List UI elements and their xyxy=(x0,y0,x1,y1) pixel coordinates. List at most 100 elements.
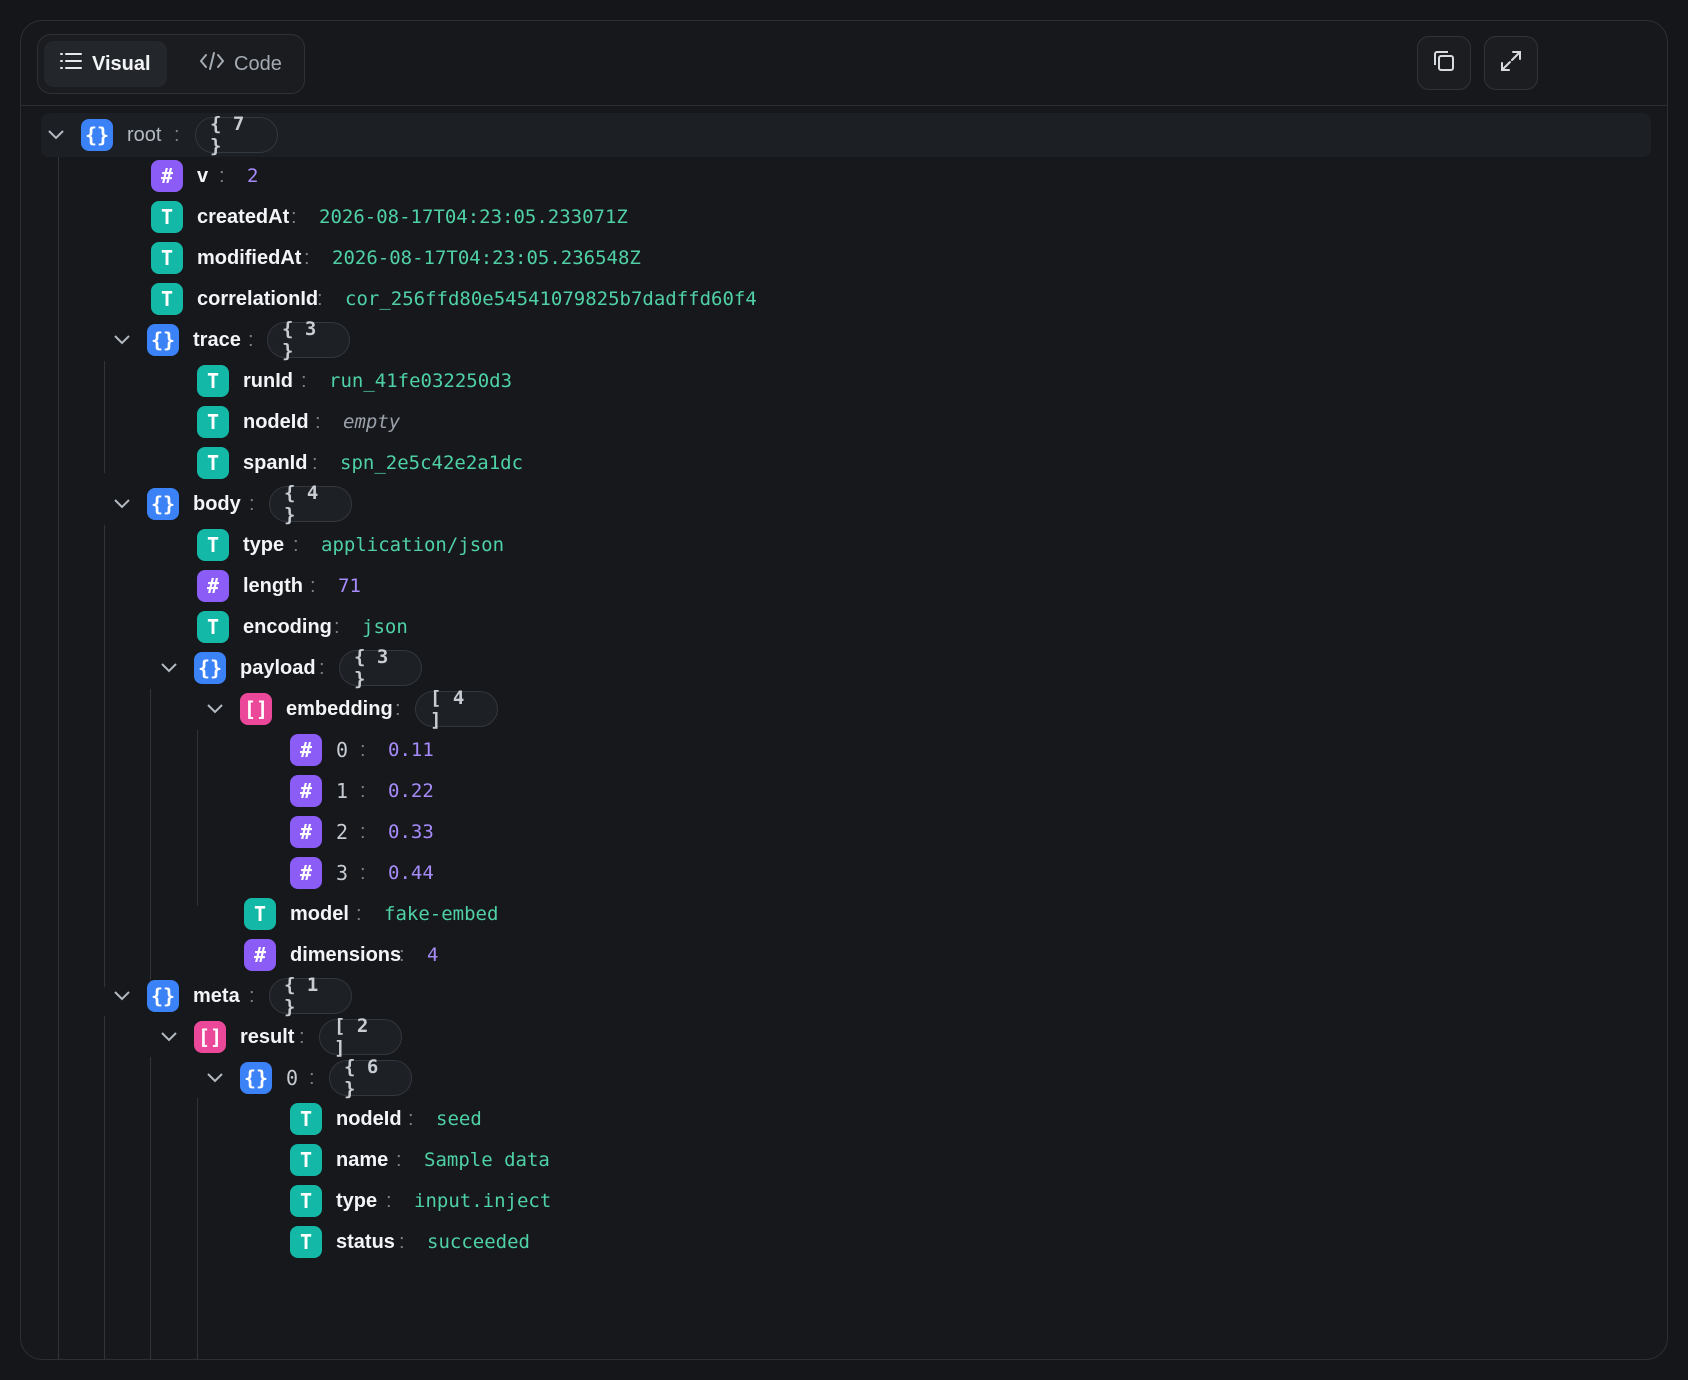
tree-node-meta[interactable]: {} meta : { 1 } xyxy=(21,974,1667,1018)
node-value[interactable]: spn_2e5c42e2a1dc xyxy=(340,452,523,474)
node-key: type xyxy=(243,533,285,556)
chevron-down-icon[interactable] xyxy=(111,329,133,351)
tree-node-embedding-1[interactable]: # 1 : 0.22 xyxy=(21,769,1667,813)
chevron-down-icon[interactable] xyxy=(204,698,226,720)
node-value[interactable]: json xyxy=(362,616,408,638)
tree-node-trace[interactable]: {} trace : { 3 } xyxy=(21,318,1667,362)
node-value[interactable]: succeeded xyxy=(427,1231,530,1253)
string-type-icon: T xyxy=(151,283,183,315)
tree-node-result-type[interactable]: T type : input.inject xyxy=(21,1179,1667,1223)
tree-node-type[interactable]: T type : application/json xyxy=(21,523,1667,567)
node-value[interactable]: 2026-08-17T04:23:05.233071Z xyxy=(319,206,628,228)
key-separator: : xyxy=(304,246,310,269)
tree-node-model[interactable]: T model : fake-embed xyxy=(21,892,1667,936)
child-count-badge: [ 4 ] xyxy=(415,687,498,731)
tab-visual[interactable]: Visual xyxy=(44,41,167,87)
tree-node-length[interactable]: # length : 71 xyxy=(21,564,1667,608)
node-key: payload xyxy=(240,656,316,679)
chevron-down-icon[interactable] xyxy=(111,493,133,515)
tree-node-encoding[interactable]: T encoding : json xyxy=(21,605,1667,649)
node-value[interactable]: fake-embed xyxy=(384,903,498,925)
tree-node-result-nodeId[interactable]: T nodeId : seed xyxy=(21,1097,1667,1141)
chevron-down-icon[interactable] xyxy=(158,657,180,679)
array-type-icon: [] xyxy=(194,1021,226,1053)
string-type-icon: T xyxy=(197,365,229,397)
node-value[interactable]: empty xyxy=(343,411,400,433)
node-key: spanId xyxy=(243,451,308,474)
key-separator: : xyxy=(317,287,323,310)
node-value[interactable]: 71 xyxy=(338,575,361,597)
node-value[interactable]: application/json xyxy=(321,534,504,556)
key-separator: : xyxy=(334,615,340,638)
object-type-icon: {} xyxy=(194,652,226,684)
chevron-down-icon[interactable] xyxy=(204,1067,226,1089)
tree-node-embedding-0[interactable]: # 0 : 0.11 xyxy=(21,728,1667,772)
object-type-icon: {} xyxy=(240,1062,272,1094)
node-value[interactable]: 0.33 xyxy=(388,821,434,843)
tree-node-root[interactable]: {} root : { 7 } xyxy=(41,113,1651,157)
key-separator: : xyxy=(408,1107,414,1130)
node-key: 0 xyxy=(286,1066,299,1090)
tree-node-result-0[interactable]: {} 0 : { 6 } xyxy=(21,1056,1667,1100)
node-key: embedding xyxy=(286,697,393,720)
node-value[interactable]: 0.11 xyxy=(388,739,434,761)
node-key: length xyxy=(243,574,303,597)
tree-node-runId[interactable]: T runId : run_41fe032250d3 xyxy=(21,359,1667,403)
number-type-icon: # xyxy=(244,939,276,971)
node-value[interactable]: 2026-08-17T04:23:05.236548Z xyxy=(332,247,641,269)
tree-node-createdAt[interactable]: T createdAt : 2026-08-17T04:23:05.233071… xyxy=(21,195,1667,239)
expand-button[interactable] xyxy=(1484,36,1538,90)
node-value[interactable]: 0.22 xyxy=(388,780,434,802)
string-type-icon: T xyxy=(290,1144,322,1176)
copy-button[interactable] xyxy=(1417,36,1471,90)
chevron-down-icon[interactable] xyxy=(158,1026,180,1048)
node-value[interactable]: cor_256ffd80e54541079825b7dadffd60f4 xyxy=(345,288,757,310)
code-icon xyxy=(200,52,224,76)
key-separator: : xyxy=(219,164,225,187)
node-value[interactable]: seed xyxy=(436,1108,482,1130)
string-type-icon: T xyxy=(151,201,183,233)
number-type-icon: # xyxy=(290,734,322,766)
tab-code-label: Code xyxy=(234,52,282,75)
node-key: nodeId xyxy=(243,410,309,433)
node-value[interactable]: Sample data xyxy=(424,1149,550,1171)
string-type-icon: T xyxy=(151,242,183,274)
tree-node-correlationId[interactable]: T correlationId : cor_256ffd80e545410798… xyxy=(21,277,1667,321)
tree-node-result[interactable]: [] result : [ 2 ] xyxy=(21,1015,1667,1059)
node-value[interactable]: input.inject xyxy=(414,1190,551,1212)
tree-node-spanId[interactable]: T spanId : spn_2e5c42e2a1dc xyxy=(21,441,1667,485)
tree-node-result-status[interactable]: T status : succeeded xyxy=(21,1220,1667,1264)
tree-node-v[interactable]: # v : 2 xyxy=(21,154,1667,198)
child-count-badge: { 1 } xyxy=(269,974,352,1018)
node-key: name xyxy=(336,1148,389,1171)
child-count-badge: [ 2 ] xyxy=(319,1015,402,1059)
tree-node-payload[interactable]: {} payload : { 3 } xyxy=(21,646,1667,690)
tree-node-result-name[interactable]: T name : Sample data xyxy=(21,1138,1667,1182)
node-key: v xyxy=(197,164,209,187)
tab-code[interactable]: Code xyxy=(184,41,298,87)
chevron-down-icon[interactable] xyxy=(111,985,133,1007)
tree-node-embedding-2[interactable]: # 2 : 0.33 xyxy=(21,810,1667,854)
node-value[interactable]: 2 xyxy=(247,165,258,187)
node-key: 2 xyxy=(336,820,349,844)
tree-node-modifiedAt[interactable]: T modifiedAt : 2026-08-17T04:23:05.23654… xyxy=(21,236,1667,280)
node-key: body xyxy=(193,492,241,515)
key-separator: : xyxy=(174,123,180,146)
tree-node-embedding-3[interactable]: # 3 : 0.44 xyxy=(21,851,1667,895)
node-value[interactable]: 4 xyxy=(427,944,438,966)
node-value[interactable]: 0.44 xyxy=(388,862,434,884)
key-separator: : xyxy=(386,1189,392,1212)
key-separator: : xyxy=(315,410,321,433)
tree-node-body[interactable]: {} body : { 4 } xyxy=(21,482,1667,526)
tree-node-dimensions[interactable]: # dimensions : 4 xyxy=(21,933,1667,977)
number-type-icon: # xyxy=(151,160,183,192)
node-key: 1 xyxy=(336,779,349,803)
tab-visual-label: Visual xyxy=(92,52,151,75)
child-count-badge: { 6 } xyxy=(329,1056,412,1100)
tree-node-embedding[interactable]: [] embedding : [ 4 ] xyxy=(21,687,1667,731)
tree-node-nodeId[interactable]: T nodeId : empty xyxy=(21,400,1667,444)
chevron-down-icon[interactable] xyxy=(45,124,67,146)
list-icon xyxy=(60,52,82,76)
node-value[interactable]: run_41fe032250d3 xyxy=(329,370,512,392)
object-type-icon: {} xyxy=(81,119,113,151)
